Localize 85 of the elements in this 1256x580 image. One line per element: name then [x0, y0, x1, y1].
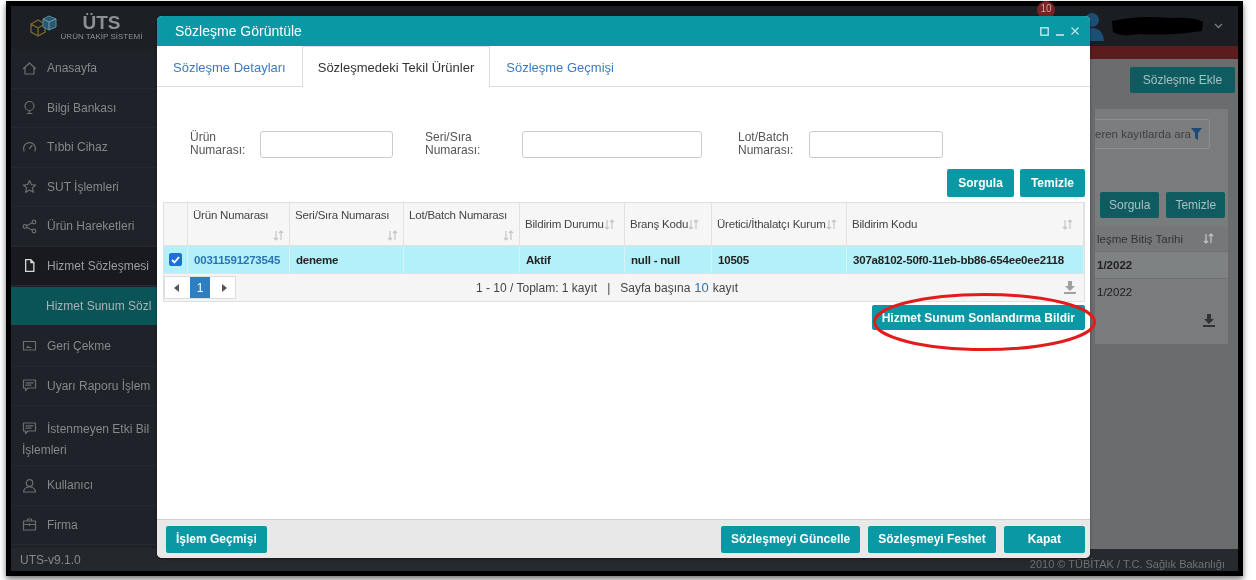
- column-title: Ürün Numarası: [193, 209, 270, 221]
- close-button[interactable]: Kapat: [1003, 525, 1085, 553]
- logo-subtitle: ÜRÜN TAKİP SİSTEMİ: [60, 32, 143, 41]
- clear-button[interactable]: Temizle: [1166, 192, 1226, 218]
- dialog-title: Sözleşme Görüntüle: [175, 23, 302, 39]
- sort-icon: [387, 230, 398, 241]
- check-icon: [171, 255, 180, 264]
- column-header[interactable]: Üretici/İthalatçı Kurum: [712, 203, 847, 246]
- tab[interactable]: Sözleşme Detayları: [157, 47, 302, 87]
- column-header[interactable]: Bildirim Kodu: [847, 203, 1084, 246]
- version-label: UTS-v9.1.0: [11, 548, 160, 571]
- maximize-icon[interactable]: [1040, 26, 1049, 36]
- download-icon[interactable]: [1064, 281, 1076, 294]
- update-button[interactable]: Sözleşmeyi Güncelle: [720, 525, 861, 553]
- column-title: Bildirim Durumu: [525, 218, 604, 230]
- add-contract-button[interactable]: Sözleşme Ekle: [1130, 67, 1235, 93]
- column-header[interactable]: Seri/Sıra Numarası: [290, 203, 404, 246]
- table-cell: 1/2022: [1095, 278, 1228, 305]
- tab[interactable]: Sözleşmedeki Tekil Ürünler: [301, 46, 491, 87]
- chat-icon: [22, 378, 37, 394]
- column-header[interactable]: leşme Bitiş Tarihi: [1095, 226, 1228, 251]
- column-header[interactable]: Ürün Numarası: [188, 203, 290, 246]
- caret-left-icon: [173, 283, 179, 292]
- table-cell: null - null: [625, 246, 712, 273]
- field-label: Ürün Numarası:: [190, 131, 247, 157]
- sort-icon: [1203, 233, 1214, 244]
- table-cell: 1/2022: [1095, 251, 1228, 278]
- column-title: Seri/Sıra Numarası: [295, 209, 391, 221]
- input-field[interactable]: [809, 130, 943, 158]
- table-cell: 307a8102-50f0-11eb-bb86-654ee0ee2118: [847, 246, 1084, 273]
- column-header[interactable]: Lot/Batch Numarası: [404, 203, 520, 246]
- history-button[interactable]: İşlem Geçmişi: [166, 525, 267, 553]
- clear-button[interactable]: Temizle: [1019, 169, 1085, 197]
- sort-icon: [825, 218, 837, 230]
- sort-icon: [603, 218, 615, 230]
- column-title: Bildirim Kodu: [852, 218, 918, 230]
- logo-title: ÜTS: [82, 14, 121, 32]
- record-summary: 1 - 10 / Toplam: 1 kayıt: [476, 280, 598, 295]
- column-title: Branş Kodu: [630, 218, 689, 230]
- column-title: Üretici/İthalatçı Kurum: [717, 218, 826, 230]
- sort-icon: [688, 218, 700, 230]
- table-cell: 10505: [712, 246, 847, 273]
- page-size-selector[interactable]: 10: [694, 280, 709, 295]
- page-size-label: Sayfa başına: [620, 280, 691, 295]
- caret-right-icon: [221, 283, 227, 292]
- column-header[interactable]: Branş Kodu: [625, 203, 712, 246]
- user-icon: [22, 477, 37, 493]
- query-button[interactable]: Sorgula: [947, 169, 1014, 197]
- sort-icon: [503, 230, 514, 241]
- terminate-button[interactable]: Sözleşmeyi Feshet: [868, 525, 996, 553]
- close-icon[interactable]: [1071, 27, 1079, 35]
- chevron-down-icon: [1214, 23, 1223, 29]
- copyright-text: 2010 © TÜBİTAK / T.C. Sağlık Bakanlığı: [1029, 558, 1225, 570]
- field-label: Lot/Batch Numarası:: [738, 131, 795, 157]
- briefcase-icon: [22, 517, 37, 533]
- tab[interactable]: Sözleşme Geçmişi: [490, 47, 630, 87]
- query-button[interactable]: Sorgula: [1100, 192, 1160, 218]
- column-header[interactable]: Bildirim Durumu: [520, 203, 625, 246]
- download-icon: [1203, 314, 1215, 327]
- column-title: leşme Bitiş Tarihi: [1097, 232, 1184, 245]
- table-cell: Aktif: [520, 246, 625, 273]
- field-label: Seri/Sıra Numarası:: [425, 131, 482, 157]
- product-link[interactable]: 00311591273545: [188, 246, 290, 273]
- sidebar-subitem[interactable]: Hizmet Sunum Sözl: [11, 287, 160, 325]
- notify-button[interactable]: Hizmet Sunum Sonlandırma Bildir: [871, 305, 1085, 330]
- bulb-icon: [22, 100, 37, 116]
- sort-icon: [273, 230, 284, 241]
- star-icon: [22, 179, 37, 195]
- input-field[interactable]: [522, 130, 702, 158]
- sort-icon: [1062, 218, 1073, 230]
- column-title: Lot/Batch Numarası: [409, 209, 509, 221]
- share-icon: [22, 218, 37, 234]
- sidebar-item[interactable]: Hizmet Sözleşmesi: [11, 246, 160, 286]
- checkbox[interactable]: [169, 253, 182, 266]
- filter-icon: [1191, 128, 1202, 140]
- chat-icon: [22, 421, 37, 436]
- separator-text: |: [607, 280, 611, 295]
- home-icon: [22, 60, 37, 76]
- input-field[interactable]: [260, 130, 393, 158]
- search-field[interactable]: eren kayıtlarda ara: [1095, 119, 1210, 149]
- page-button[interactable]: 1: [190, 277, 210, 298]
- document-icon: [22, 258, 37, 274]
- table-cell: deneme: [290, 246, 404, 273]
- page-size-unit: kayıt: [712, 280, 739, 295]
- monitor-icon: [22, 338, 37, 354]
